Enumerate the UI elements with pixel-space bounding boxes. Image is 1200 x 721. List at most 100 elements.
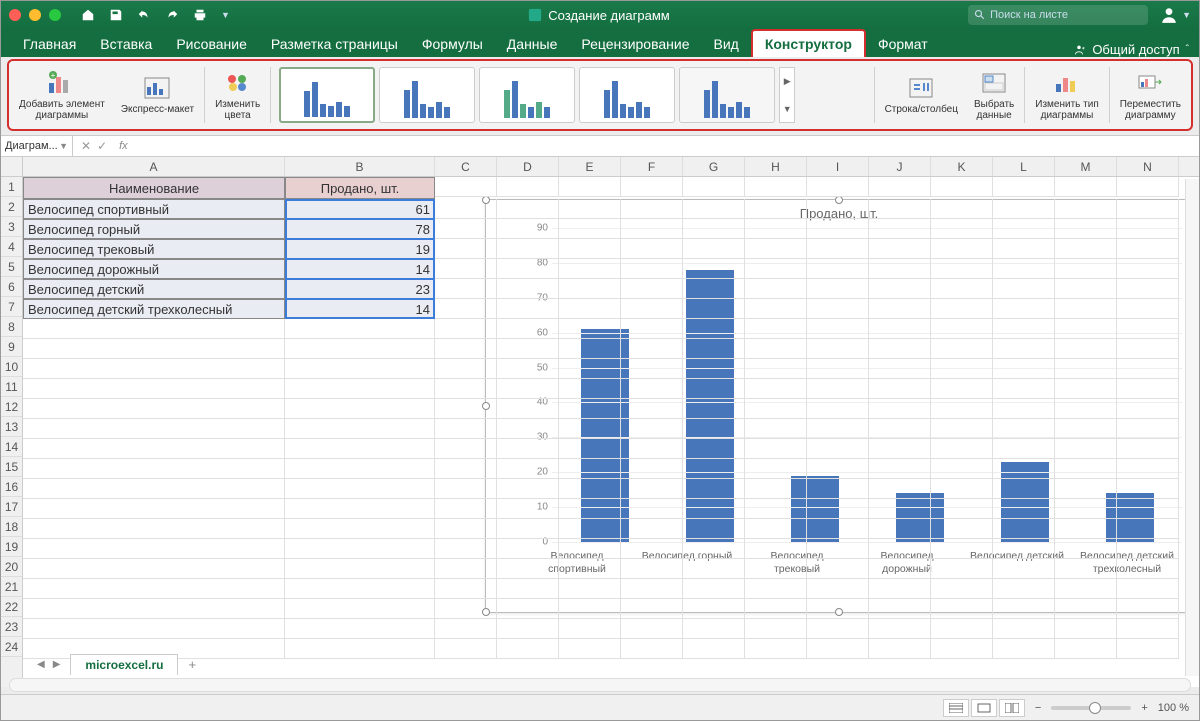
cell[interactable]: [621, 439, 683, 459]
tab-home[interactable]: Главная: [11, 31, 88, 57]
cell[interactable]: [931, 539, 993, 559]
cell[interactable]: [1055, 479, 1117, 499]
cell[interactable]: [1055, 419, 1117, 439]
cell[interactable]: [931, 619, 993, 639]
cell[interactable]: [745, 339, 807, 359]
cell[interactable]: [435, 419, 497, 439]
cell[interactable]: [931, 259, 993, 279]
cell[interactable]: [869, 639, 931, 659]
user-icon[interactable]: [1160, 6, 1178, 24]
cell[interactable]: [1055, 319, 1117, 339]
cell[interactable]: [931, 599, 993, 619]
cell[interactable]: [1055, 379, 1117, 399]
row-header[interactable]: 24: [1, 637, 22, 657]
cell[interactable]: [931, 419, 993, 439]
cell[interactable]: [869, 379, 931, 399]
cell[interactable]: [497, 339, 559, 359]
tab-insert[interactable]: Вставка: [88, 31, 164, 57]
cell[interactable]: [1055, 299, 1117, 319]
row-header[interactable]: 19: [1, 537, 22, 557]
tab-draw[interactable]: Рисование: [164, 31, 259, 57]
cell[interactable]: [993, 259, 1055, 279]
cell[interactable]: 61: [285, 199, 435, 219]
tab-format[interactable]: Формат: [866, 31, 940, 57]
cell[interactable]: [869, 399, 931, 419]
cell[interactable]: [745, 359, 807, 379]
cell[interactable]: [1117, 339, 1179, 359]
cell[interactable]: [435, 439, 497, 459]
cell[interactable]: [497, 419, 559, 439]
cell[interactable]: 19: [285, 239, 435, 259]
cell[interactable]: [1055, 279, 1117, 299]
cell[interactable]: [745, 599, 807, 619]
chart-style-5[interactable]: [679, 67, 775, 123]
cell[interactable]: [559, 599, 621, 619]
cell[interactable]: [683, 419, 745, 439]
cell[interactable]: [621, 239, 683, 259]
cell[interactable]: [1055, 339, 1117, 359]
cell[interactable]: [1117, 219, 1179, 239]
cell[interactable]: [23, 499, 285, 519]
cell[interactable]: [807, 499, 869, 519]
close-icon[interactable]: [9, 9, 21, 21]
cell[interactable]: [23, 339, 285, 359]
cell[interactable]: [435, 239, 497, 259]
cell[interactable]: [621, 499, 683, 519]
cell[interactable]: [497, 219, 559, 239]
cell[interactable]: [993, 459, 1055, 479]
cell[interactable]: [683, 439, 745, 459]
cell[interactable]: [745, 459, 807, 479]
cell[interactable]: [497, 579, 559, 599]
cell[interactable]: [559, 399, 621, 419]
cell[interactable]: [807, 259, 869, 279]
row-header[interactable]: 6: [1, 277, 22, 297]
cell[interactable]: [1117, 439, 1179, 459]
cell[interactable]: [285, 539, 435, 559]
cell[interactable]: [807, 177, 869, 197]
cell[interactable]: [931, 279, 993, 299]
cell[interactable]: [435, 339, 497, 359]
cell[interactable]: [807, 359, 869, 379]
cell[interactable]: [285, 479, 435, 499]
column-header[interactable]: F: [621, 157, 683, 176]
cell[interactable]: [1117, 379, 1179, 399]
cell[interactable]: [497, 559, 559, 579]
row-header[interactable]: 10: [1, 357, 22, 377]
cell[interactable]: [993, 299, 1055, 319]
cell[interactable]: [683, 539, 745, 559]
cell[interactable]: [931, 299, 993, 319]
cell[interactable]: [559, 419, 621, 439]
cell[interactable]: [993, 359, 1055, 379]
cell[interactable]: [807, 279, 869, 299]
cell[interactable]: [435, 479, 497, 499]
cancel-icon[interactable]: ✕: [81, 139, 91, 153]
column-header[interactable]: H: [745, 157, 807, 176]
cell[interactable]: [745, 219, 807, 239]
cell[interactable]: [435, 299, 497, 319]
cell[interactable]: [1117, 459, 1179, 479]
cell[interactable]: [497, 639, 559, 659]
cell[interactable]: [1117, 519, 1179, 539]
cell[interactable]: [1055, 259, 1117, 279]
cell[interactable]: [285, 439, 435, 459]
cell[interactable]: [23, 579, 285, 599]
cell[interactable]: [745, 639, 807, 659]
cell[interactable]: [621, 279, 683, 299]
cell[interactable]: [497, 299, 559, 319]
cell[interactable]: [23, 399, 285, 419]
cell[interactable]: [1055, 239, 1117, 259]
cell[interactable]: Велосипед спортивный: [23, 199, 285, 219]
cell[interactable]: [23, 479, 285, 499]
column-header[interactable]: N: [1117, 157, 1179, 176]
cell[interactable]: [683, 379, 745, 399]
cell[interactable]: [435, 539, 497, 559]
cell[interactable]: [435, 559, 497, 579]
cell[interactable]: [1117, 319, 1179, 339]
cell[interactable]: [435, 639, 497, 659]
vertical-scrollbar[interactable]: [1185, 179, 1199, 676]
cell[interactable]: [993, 619, 1055, 639]
column-header[interactable]: G: [683, 157, 745, 176]
cell[interactable]: [745, 439, 807, 459]
cell[interactable]: [559, 379, 621, 399]
row-header[interactable]: 18: [1, 517, 22, 537]
